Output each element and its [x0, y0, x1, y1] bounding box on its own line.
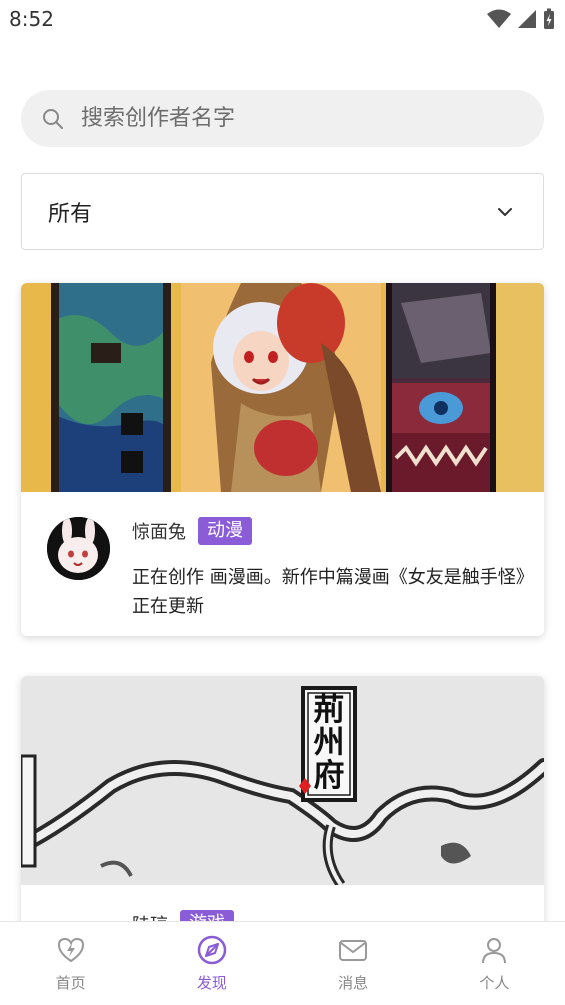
person-icon [482, 938, 507, 964]
banner-artwork [21, 283, 544, 492]
card-body: 惊面兔 动漫 正在创作 画漫画。新作中篇漫画《女友是触手怪》正在更新 [21, 492, 544, 636]
nav-item-messages[interactable]: 消息 [283, 922, 424, 1005]
category-filter-dropdown[interactable]: 所有 [21, 173, 544, 250]
battery-icon [544, 8, 554, 29]
banner-artwork [21, 676, 544, 885]
search-input[interactable] [79, 105, 503, 132]
banner-title-text: 荊州府 [313, 692, 345, 794]
creator-header: 惊面兔 动漫 [132, 517, 252, 545]
search-bar[interactable] [21, 90, 544, 147]
compass-icon [197, 935, 227, 965]
nav-label-discover: 发现 [196, 974, 227, 992]
avatar-image [47, 517, 110, 580]
status-bar: 8:52 [0, 0, 565, 40]
bottom-nav: 首页 发现 消息 个人 [0, 921, 565, 1005]
search-icon [43, 108, 63, 129]
chevron-down-icon [498, 207, 512, 216]
card-banner-image: 荊州府 [21, 676, 544, 885]
card-banner-image [21, 283, 544, 492]
category-tag: 动漫 [198, 517, 252, 545]
filter-selected-value: 所有 [48, 201, 93, 227]
creator-card[interactable]: 荊州府 陆琼 游戏 [21, 676, 544, 936]
creator-description: 正在创作 画漫画。新作中篇漫画《女友是触手怪》正在更新 [132, 567, 525, 617]
heart-bolt-icon [57, 937, 84, 963]
nav-label-messages: 消息 [338, 974, 369, 992]
nav-label-profile: 个人 [479, 974, 510, 992]
nav-item-discover[interactable]: 发现 [141, 922, 282, 1005]
nav-label-home: 首页 [55, 974, 86, 992]
nav-item-home[interactable]: 首页 [0, 922, 141, 1005]
status-icons [487, 8, 555, 30]
status-time: 8:52 [9, 7, 54, 31]
avatar[interactable] [47, 517, 110, 580]
signal-icon [518, 10, 536, 28]
mail-icon [339, 940, 368, 961]
creator-name[interactable]: 惊面兔 [132, 518, 186, 544]
wifi-icon [487, 9, 511, 28]
creator-card[interactable]: 惊面兔 动漫 正在创作 画漫画。新作中篇漫画《女友是触手怪》正在更新 [21, 283, 544, 636]
nav-item-profile[interactable]: 个人 [424, 922, 565, 1005]
